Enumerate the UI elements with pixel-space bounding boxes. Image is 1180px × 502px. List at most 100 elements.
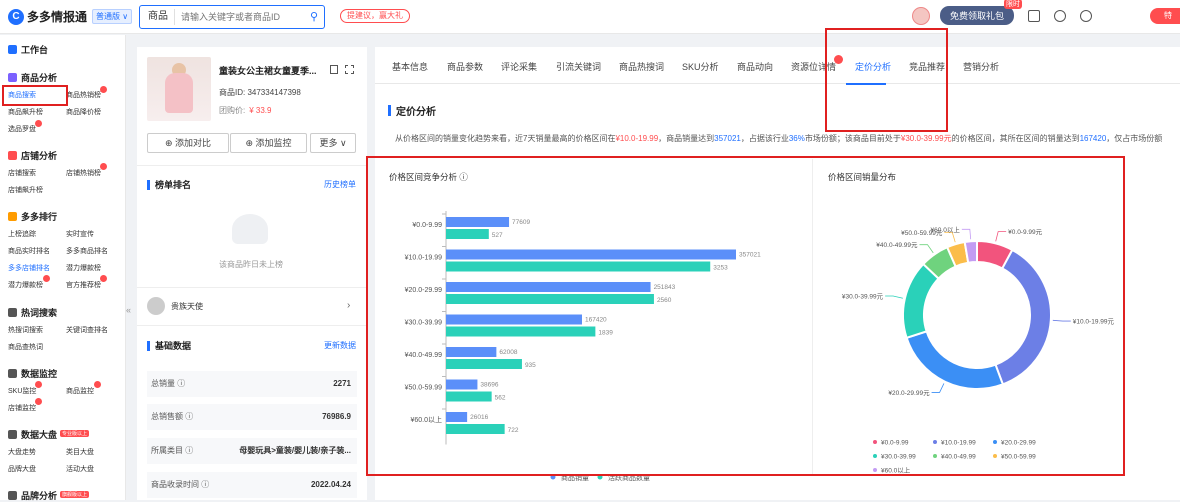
add-compare-button[interactable]: ⊕ 添加对比 (147, 133, 229, 153)
sidebar-item-goods-hot[interactable]: 商品热销榜 (66, 90, 101, 100)
sidebar-item-goods-search[interactable]: 商品搜索 (8, 90, 36, 100)
tab-basic-info[interactable]: 基本信息 (392, 60, 428, 73)
add-monitor-button[interactable]: ⊕ 添加监控 (230, 133, 307, 153)
data-label-active: 562 (495, 395, 506, 402)
sidebar-hotwords[interactable]: 热词搜索 (8, 306, 57, 319)
product-price: 团购价: ¥ 33.9 (219, 105, 271, 116)
shop-icon (8, 151, 17, 160)
new-badge (100, 163, 107, 170)
tab-trends[interactable]: 商品动向 (737, 60, 773, 73)
sidebar-section-label: 店铺分析 (21, 151, 58, 161)
sidebar-item-shop-hot[interactable]: 店铺热销榜 (66, 168, 101, 178)
sidebar-goods-analysis[interactable]: 商品分析 (8, 71, 57, 84)
bar-active (446, 326, 596, 337)
sidebar-item-potential[interactable]: 潜力爆款榜 (66, 263, 101, 273)
sidebar-item-realtime[interactable]: 实时宣传 (66, 229, 94, 239)
slice-leader-line (995, 231, 1007, 242)
sidebar-item-track[interactable]: 上榜追踪 (8, 229, 36, 239)
sidebar-item-shop-rank[interactable]: 多多店铺排名 (8, 263, 50, 273)
suggest-button[interactable]: 提建议，赢大礼 (340, 9, 410, 23)
sidebar-item-goods-rise[interactable]: 商品飙升榜 (8, 107, 43, 117)
data-label: 所属类目 ⓘ (151, 446, 194, 455)
y-tick-label: ¥10.0-19.99 (405, 255, 442, 262)
sidebar-item-shop-rise[interactable]: 店铺飙升榜 (8, 185, 43, 195)
image-dress (165, 73, 193, 113)
history-ranking-link[interactable]: 历史榜单 (324, 179, 356, 190)
sidebar-item-category-market[interactable]: 类目大盘 (66, 447, 94, 457)
more-button[interactable]: 更多 ∨ (310, 133, 356, 153)
tab-comments[interactable]: 评论采集 (501, 60, 537, 73)
y-tick-label: ¥60.0以上 (410, 415, 442, 424)
slice-leader-line (944, 232, 956, 243)
product-title[interactable]: 童装女公主裙女童夏季... (219, 64, 317, 77)
sidebar-shop-analysis[interactable]: 店铺分析 (8, 149, 57, 162)
sidebar-item-keyword-rank[interactable]: 关键词查排名 (66, 325, 108, 335)
chevron-right-icon[interactable]: › (347, 300, 350, 311)
sidebar-monitor[interactable]: 数据监控 (8, 367, 57, 380)
copy-icon[interactable] (330, 65, 338, 74)
sidebar-item-selection[interactable]: 选品罗盘 (8, 124, 36, 134)
tab-marketing[interactable]: 营销分析 (963, 60, 999, 73)
price-range-donut-chart: ¥0.0-9.99元 ¥10.0-19.99元 ¥20.0-29.99元 ¥30.0-… (842, 225, 1115, 475)
collapse-icon[interactable]: « (126, 305, 131, 315)
tab-keywords[interactable]: 引流关键词 (556, 60, 601, 73)
upgrade-button[interactable]: 特 (1150, 8, 1180, 24)
sidebar-section-label: 多多排行 (21, 212, 58, 222)
search-box: 商品 ⚲ (139, 5, 325, 29)
data-label-sales: 26016 (470, 414, 488, 421)
sidebar-item-goods-realtime[interactable]: 商品实时排名 (8, 246, 50, 256)
logo[interactable]: C 多多情报通 普通版 ∨ (8, 8, 133, 25)
qrcode-icon[interactable] (345, 65, 354, 74)
sidebar-brand[interactable]: 品牌分析 (8, 489, 57, 502)
data-label-active: 935 (525, 362, 536, 369)
search-input[interactable] (175, 12, 285, 22)
search-icon[interactable]: ⚲ (310, 10, 318, 23)
avatar[interactable] (912, 6, 930, 25)
bell-icon[interactable] (1054, 9, 1067, 22)
gift-button[interactable]: 免费领取礼包 限时 (940, 0, 1023, 25)
tab-resources[interactable]: 资源位详情 (791, 60, 836, 73)
data-value[interactable]: 母婴玩具>童装/婴儿装/亲子装... (239, 438, 351, 464)
sidebar-item-goods-drop[interactable]: 商品降价榜 (66, 107, 101, 117)
sidebar-item-shop-search[interactable]: 店铺搜索 (8, 168, 36, 178)
product-image[interactable] (147, 57, 211, 121)
data-value: 2022.04.24 (310, 480, 351, 489)
sidebar-item-goods-words[interactable]: 商品查热词 (8, 342, 43, 352)
sidebar-item-brand-market[interactable]: 品牌大盘 (8, 464, 36, 474)
sidebar-market[interactable]: 数据大盘 (8, 428, 57, 441)
tab-competitors[interactable]: 竞品推荐 (909, 60, 945, 73)
active-tab-indicator (846, 83, 886, 85)
shop-entry[interactable]: 贵族天使 (147, 297, 203, 315)
sidebar-item-sku-monitor[interactable]: SKU监控 (8, 386, 36, 396)
sidebar-section-label: 数据大盘 (21, 430, 58, 440)
sidebar-item-market-trend[interactable]: 大盘走势 (8, 447, 36, 457)
version-badge[interactable]: 普通版 ∨ (92, 9, 133, 24)
sidebar-item-activity-market[interactable]: 活动大盘 (66, 464, 94, 474)
sidebar-item-shop-monitor[interactable]: 店铺监控 (8, 403, 36, 413)
bar-active (446, 229, 489, 239)
summary-text: ，商品销量达到 (658, 134, 715, 143)
sidebar-item-official[interactable]: 官方推荐榜 (66, 280, 101, 290)
legend-marker-active (597, 474, 603, 480)
update-data-link[interactable]: 更新数据 (324, 340, 356, 351)
data-row-sales: 总销量 ⓘ 2271 (147, 371, 357, 397)
help-icon[interactable] (1080, 9, 1093, 22)
logo-text: 多多情报通 (27, 10, 88, 24)
ranking-title: 榜单排名 (147, 178, 191, 191)
divider (137, 325, 367, 326)
tab-params[interactable]: 商品参数 (447, 60, 483, 73)
sidebar-ranking[interactable]: 多多排行 (8, 210, 57, 223)
tab-pricing[interactable]: 定价分析 (855, 60, 891, 73)
bar-active (446, 359, 522, 369)
top-bar: C 多多情报通 普通版 ∨ 商品 ⚲ 提建议，赢大礼 免费领取礼包 限时 特 (0, 0, 1180, 34)
sidebar-item-potential-2[interactable]: 潜力爆款榜 (8, 280, 43, 290)
sidebar-item-multi-goods[interactable]: 多多商品排名 (66, 246, 108, 256)
search-category-select[interactable]: 商品 (140, 9, 175, 25)
tab-hot-words[interactable]: 商品热搜词 (619, 60, 664, 73)
monitor-icon[interactable] (1028, 9, 1041, 22)
sidebar-item-goods-monitor[interactable]: 商品监控 (66, 386, 94, 396)
tab-sku[interactable]: SKU分析 (682, 60, 719, 73)
sidebar-workbench[interactable]: 工作台 (8, 43, 48, 56)
sidebar-item-hotword-search[interactable]: 热搜词搜索 (8, 325, 43, 335)
top-right-tools: 免费领取礼包 限时 (912, 0, 1093, 25)
